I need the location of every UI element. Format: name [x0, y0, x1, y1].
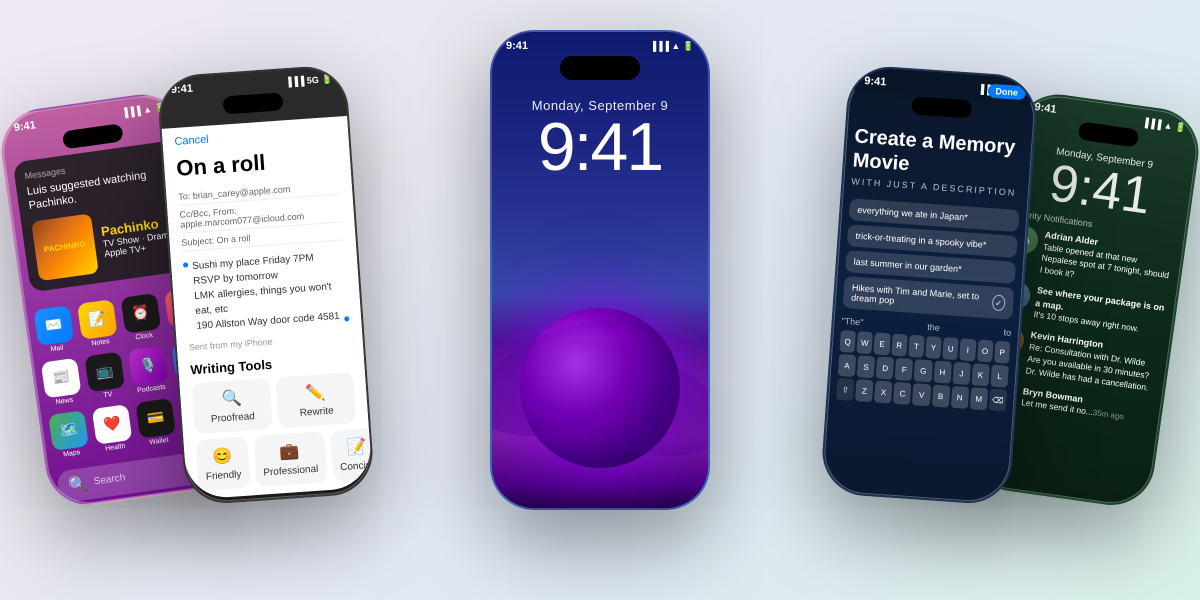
- phone3-content: Monday, September 9 9:41: [492, 88, 708, 191]
- key-G[interactable]: G: [914, 359, 933, 382]
- checkmark-circle: ✓: [991, 294, 1005, 311]
- key-B[interactable]: B: [931, 384, 950, 407]
- key-X[interactable]: X: [874, 380, 893, 403]
- phone3-time: 9:41: [506, 40, 528, 52]
- key-K[interactable]: K: [971, 363, 990, 386]
- phone2-email-body: Sushi my place Friday 7PM RSVP by tomorr…: [183, 248, 350, 334]
- phone4-time: 9:41: [864, 75, 887, 89]
- phone3-date: Monday, September 9: [502, 98, 698, 113]
- search-label: Search: [93, 472, 126, 487]
- friendly-icon: 😊: [212, 446, 233, 467]
- writing-tools-grid: 🔍 Proofread ✏️ Rewrite: [191, 372, 356, 434]
- blue-dot-1: [183, 262, 188, 267]
- phone2-time: 9:41: [170, 83, 193, 97]
- key-P[interactable]: P: [994, 341, 1011, 364]
- phone5-time: 9:41: [1034, 101, 1057, 116]
- phone1-notif-source: Messages: [24, 166, 66, 182]
- app-news[interactable]: 📰 News: [41, 357, 83, 407]
- app-health[interactable]: ❤️ Health: [92, 404, 134, 454]
- phones-container: 9:41 ▐▐▐ ▲ 🔋 Messages Luis suggested wat…: [0, 0, 1200, 600]
- tool-proofread[interactable]: 🔍 Proofread: [191, 378, 272, 434]
- phone-3: 9:41 ▐▐▐ ▲ 🔋 Monday, September 9 9:41: [490, 30, 710, 510]
- tool-rewrite[interactable]: ✏️ Rewrite: [275, 372, 356, 428]
- phone2-email-footer: Sent from my iPhone: [189, 331, 351, 352]
- key-E[interactable]: E: [874, 332, 891, 355]
- key-F[interactable]: F: [895, 358, 914, 381]
- rewrite-label: Rewrite: [299, 406, 334, 419]
- tool-concise[interactable]: 📝 Concise: [330, 427, 373, 482]
- app-wallet[interactable]: 💳 Wallet: [135, 398, 177, 448]
- professional-label: Professional: [263, 464, 319, 479]
- tool-friendly[interactable]: 😊 Friendly: [195, 437, 250, 491]
- key-T[interactable]: T: [908, 335, 925, 358]
- key-A[interactable]: A: [838, 354, 857, 377]
- phone3-lock-time: 9:41: [502, 113, 698, 181]
- concise-icon: 📝: [346, 436, 367, 457]
- app-maps[interactable]: 🗺️ Maps: [48, 410, 90, 460]
- app-notes[interactable]: 📝 Notes: [77, 299, 119, 349]
- phone4-title: Create a Memory Movie: [852, 124, 1025, 184]
- key-J[interactable]: J: [952, 362, 971, 385]
- tool-professional[interactable]: 💼 Professional: [253, 431, 327, 487]
- phone3-lockscreen: 9:41 ▐▐▐ ▲ 🔋 Monday, September 9 9:41: [492, 32, 708, 508]
- phone2-mail-content: Cancel On a roll To: brian_carey@apple.c…: [162, 116, 373, 500]
- pachinko-card: PACHINKO Pachinko TV Show · Drama Apple …: [31, 201, 183, 281]
- key-V[interactable]: V: [912, 383, 931, 406]
- key-delete[interactable]: ⌫: [989, 388, 1008, 411]
- search-icon: 🔍: [67, 473, 90, 496]
- phone4-dynamic-island: [911, 96, 972, 118]
- app-tv[interactable]: 📺 TV: [84, 351, 126, 401]
- concise-label: Concise: [340, 460, 373, 473]
- key-shift[interactable]: ⇧: [836, 378, 855, 401]
- writing-tools-row2: 😊 Friendly 💼 Professional 📝 Concise: [195, 429, 360, 491]
- friendly-label: Friendly: [206, 469, 242, 482]
- phone-2: 9:41 ▐▐▐ 5G 🔋 Cancel On a roll To: brian…: [156, 64, 376, 506]
- phone4-content: Create a Memory Movie With just a descri…: [822, 116, 1034, 504]
- phone2-email-title: On a roll: [175, 145, 338, 182]
- phone4-memory-list: everything we ate in Japan* trick-or-tre…: [842, 198, 1019, 320]
- rewrite-icon: ✏️: [305, 382, 326, 403]
- pachinko-info: Pachinko TV Show · Drama Apple TV+: [100, 214, 176, 259]
- key-O[interactable]: O: [977, 340, 994, 363]
- key-S[interactable]: S: [857, 355, 876, 378]
- phone2-status-bar: 9:41 ▐▐▐ 5G 🔋: [170, 73, 332, 96]
- key-I[interactable]: I: [960, 338, 977, 361]
- memory-item-4[interactable]: Hikes with Tim and Marie, set to dream p…: [842, 276, 1014, 320]
- key-Q[interactable]: Q: [839, 330, 856, 353]
- notif-1-text: Adrian Alder Table opened at that new Ne…: [1039, 229, 1175, 295]
- phone4-keyboard: "The" the to Q W E R T Y U I O P A: [836, 316, 1011, 412]
- app-podcasts[interactable]: 🎙️ Podcasts: [128, 345, 170, 395]
- key-R[interactable]: R: [891, 334, 908, 357]
- key-C[interactable]: C: [893, 382, 912, 405]
- phone4-done-btn[interactable]: Done: [987, 84, 1026, 101]
- key-Z[interactable]: Z: [855, 379, 874, 402]
- key-U[interactable]: U: [942, 337, 959, 360]
- phone2-dynamic-island: [222, 92, 283, 114]
- key-M[interactable]: M: [970, 387, 989, 410]
- proofread-icon: 🔍: [221, 388, 242, 409]
- phone3-status-bar: 9:41 ▐▐▐ ▲ 🔋: [492, 32, 708, 56]
- app-clock[interactable]: ⏰ Clock: [121, 293, 163, 343]
- phone-4: 9:41 ▐▐▐ ▲ 🔋 Done Create a Memory Movie …: [820, 64, 1040, 506]
- key-N[interactable]: N: [950, 386, 969, 409]
- professional-icon: 💼: [279, 441, 300, 462]
- key-D[interactable]: D: [876, 357, 895, 380]
- key-W[interactable]: W: [857, 331, 874, 354]
- blue-dot-2: [344, 316, 349, 321]
- phone4-header: 9:41 ▐▐▐ ▲ 🔋 Done: [850, 66, 1037, 103]
- key-Y[interactable]: Y: [925, 336, 942, 359]
- notif-3-text: Kevin Harrington Re: Consultation with D…: [1025, 329, 1161, 395]
- key-L[interactable]: L: [990, 365, 1009, 388]
- pachinko-thumbnail: PACHINKO: [31, 213, 99, 281]
- phone1-time: 9:41: [13, 119, 36, 134]
- notif-4-text: Bryn Bowman Let me send it no... 35m ago: [1020, 385, 1126, 424]
- proofread-label: Proofread: [211, 411, 256, 425]
- phone3-dynamic-island: [560, 56, 640, 80]
- key-H[interactable]: H: [933, 361, 952, 384]
- app-mail[interactable]: ✉️ Mail: [33, 305, 75, 355]
- phone2-cancel-btn[interactable]: Cancel: [174, 125, 336, 148]
